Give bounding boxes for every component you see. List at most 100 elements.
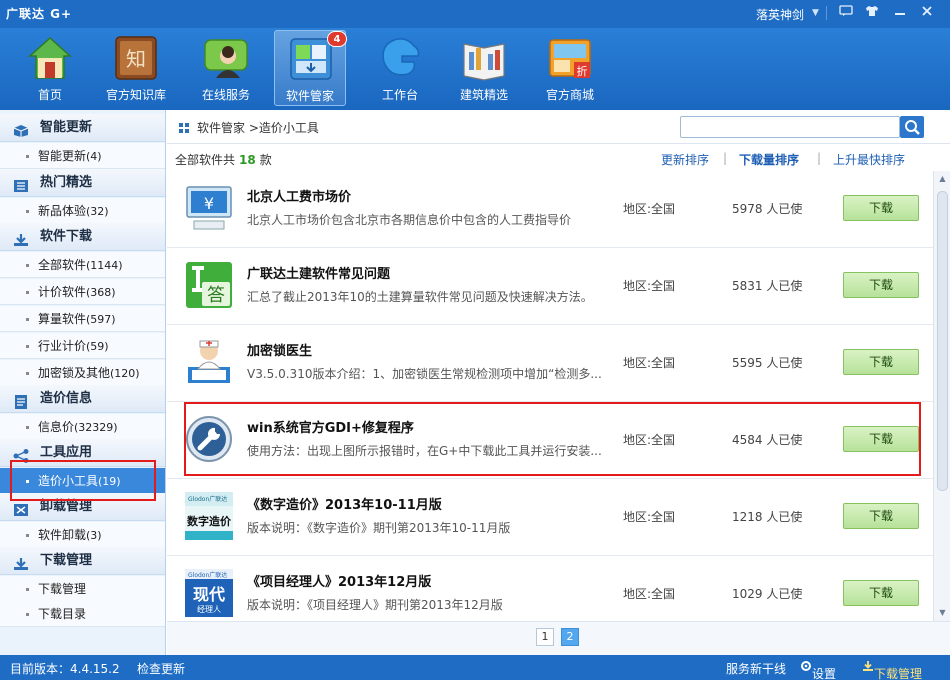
software-name[interactable]: 《数字造价》2013年10-11月版 xyxy=(247,494,442,513)
list-info-bar: 全部软件共 18 款 更新排序 | 下载量排序 | 上升最快排序 xyxy=(167,145,950,171)
toolbar-online-service[interactable]: 在线服务 xyxy=(190,30,262,106)
user-count: 1029 人已使 xyxy=(732,587,803,601)
sort-by-downloads[interactable]: 下载量排序 xyxy=(739,151,799,168)
search-input[interactable] xyxy=(680,116,900,138)
shirt-icon[interactable] xyxy=(862,4,882,22)
software-desc: 汇总了截止2013年10的土建算量软件常见问题及快速解决方法。 xyxy=(247,290,593,304)
download-button[interactable]: 下载 xyxy=(843,580,919,606)
sort-divider: | xyxy=(723,151,728,165)
software-name[interactable]: 广联达土建软件常见问题 xyxy=(247,263,390,282)
breadcrumb-root[interactable]: 软件管家 xyxy=(197,121,245,135)
list-item[interactable]: 加密锁医生 V3.5.0.310版本介绍：1、加密锁医生常规检测项中增加“检测多… xyxy=(167,325,933,402)
list-icon xyxy=(13,176,29,192)
sidebar-item-smart-update[interactable]: 智能更新(4) xyxy=(0,143,165,169)
section-title: 热门精选 xyxy=(40,175,93,190)
sidebar-item-dongle-other[interactable]: 加密锁及其他(120) xyxy=(0,360,165,386)
sidebar-section-cost-info[interactable]: 造价信息 xyxy=(0,385,165,413)
software-desc: V3.5.0.310版本介绍：1、加密锁医生常规检测项中增加“检测多... xyxy=(247,367,602,381)
sidebar-section-download-manage[interactable]: 下载管理 xyxy=(0,547,165,575)
download-button[interactable]: 下载 xyxy=(843,195,919,221)
total-suffix: 款 xyxy=(259,153,272,167)
sidebar: 智能更新 智能更新(4) 热门精选 新品体验(32) 软件下载 全部软件(114… xyxy=(0,110,166,655)
scroll-up-arrow-icon[interactable]: ▲ xyxy=(934,171,950,187)
toolbar-label: 官方商城 xyxy=(545,88,594,102)
toolbar-software-manager[interactable]: 4 软件管家 xyxy=(274,30,347,106)
download-icon xyxy=(13,230,29,246)
svg-text:¥: ¥ xyxy=(204,194,214,213)
toolbar-workbench[interactable]: 工作台 xyxy=(364,30,436,106)
user-name[interactable]: 落英神剑 xyxy=(756,6,804,23)
toolbar-architecture[interactable]: 建筑精选 xyxy=(448,30,520,106)
toolbar-label: 软件管家 xyxy=(285,89,334,103)
list-item[interactable]: ¥ 北京人工费市场价 北京人工市场价包含北京市各期信息价中包含的人工费指导价 地… xyxy=(167,171,933,248)
computer-yen-icon: ¥ xyxy=(184,183,234,233)
sidebar-item-all-software[interactable]: 全部软件(1144) xyxy=(0,252,165,278)
section-title: 软件下载 xyxy=(40,229,93,244)
software-name[interactable]: 北京人工费市场价 xyxy=(247,186,351,205)
sidebar-item-new-products[interactable]: 新品体验(32) xyxy=(0,198,165,224)
software-desc: 版本说明：《项目经理人》期刊第2013年12月版 xyxy=(247,598,503,612)
home-icon xyxy=(26,34,74,82)
version-text: 目前版本：4.4.15.2 xyxy=(10,662,120,676)
software-name[interactable]: 加密锁医生 xyxy=(247,340,312,359)
sidebar-section-hot[interactable]: 热门精选 xyxy=(0,169,165,197)
download-button[interactable]: 下载 xyxy=(843,349,919,375)
region-text: 地区:全国 xyxy=(623,279,676,293)
toolbar-shop[interactable]: 折 官方商城 xyxy=(534,30,606,106)
settings-label: 设置 xyxy=(812,667,837,681)
sidebar-item-count: (32329) xyxy=(74,421,118,434)
scroll-down-arrow-icon[interactable]: ▼ xyxy=(934,605,950,621)
breadcrumb: 软件管家 >造价小工具 xyxy=(197,119,319,136)
list-scrollbar[interactable]: ▲ ▼ xyxy=(933,171,950,621)
user-count: 1218 人已使 xyxy=(732,510,803,524)
page-button[interactable]: 1 xyxy=(536,628,554,646)
download-manage-button[interactable]: 下载管理 xyxy=(862,660,922,681)
breadcrumb-separator: > xyxy=(248,121,259,135)
region-text: 地区:全国 xyxy=(623,587,676,601)
magazine-digital-cost-icon: Glodon广联达 数字造价 xyxy=(184,491,234,541)
uninstall-icon xyxy=(13,500,29,516)
software-name[interactable]: 《项目经理人》2013年12月版 xyxy=(247,571,431,590)
toolbar-knowledge[interactable]: 知 官方知识库 xyxy=(100,30,172,106)
toolbar-home[interactable]: 首页 xyxy=(14,30,86,106)
settings-button[interactable]: 设置 xyxy=(800,660,836,681)
sidebar-item-count: (3) xyxy=(86,529,102,542)
page-button-current[interactable]: 2 xyxy=(561,628,579,646)
download-icon xyxy=(863,661,873,671)
sidebar-item-download-manage[interactable]: 下载管理 xyxy=(0,576,165,602)
sidebar-item-pricing-software[interactable]: 计价软件(368) xyxy=(0,279,165,305)
sidebar-item-software-uninstall[interactable]: 软件卸载(3) xyxy=(0,522,165,548)
sidebar-item-download-folder[interactable]: 下载目录 xyxy=(0,601,165,627)
close-icon[interactable] xyxy=(917,4,937,22)
message-icon[interactable] xyxy=(836,4,856,22)
scroll-thumb[interactable] xyxy=(937,191,948,491)
list-item[interactable]: Glodon广联达 数字造价 《数字造价》2013年10-11月版 版本说明：《… xyxy=(167,479,933,556)
chevron-down-icon[interactable]: ▼ xyxy=(812,8,819,18)
sidebar-section-software-download[interactable]: 软件下载 xyxy=(0,223,165,251)
list-item[interactable]: 答 广联达土建软件常见问题 汇总了截止2013年10的土建算量软件常见问题及快速… xyxy=(167,248,933,325)
minimize-icon[interactable] xyxy=(890,4,910,22)
region-text: 地区:全国 xyxy=(623,510,676,524)
bullet-icon xyxy=(26,372,29,375)
bullet-icon xyxy=(26,534,29,537)
search-button[interactable] xyxy=(900,116,924,138)
bullet-icon xyxy=(26,426,29,429)
total-number: 18 xyxy=(239,153,256,167)
sort-divider: | xyxy=(817,151,822,165)
sort-by-rising[interactable]: 上升最快排序 xyxy=(833,151,905,168)
sidebar-item-quantity-software[interactable]: 算量软件(597) xyxy=(0,306,165,332)
server-link[interactable]: 服务新干线 xyxy=(726,660,786,677)
sidebar-item-count: (1144) xyxy=(86,259,123,272)
sort-by-update[interactable]: 更新排序 xyxy=(661,151,709,168)
check-update-link[interactable]: 检查更新 xyxy=(137,660,185,677)
list-item[interactable]: Glodon广联达 现代 经理人 《项目经理人》2013年12月版 版本说明：《… xyxy=(167,556,933,621)
sidebar-section-smart-update[interactable]: 智能更新 xyxy=(0,114,165,142)
software-desc: 版本说明：《数字造价》期刊第2013年10-11月版 xyxy=(247,521,511,535)
download-button[interactable]: 下载 xyxy=(843,272,919,298)
architecture-book-icon xyxy=(460,34,508,82)
sidebar-item-label: 新品体验 xyxy=(38,204,87,218)
download-button[interactable]: 下载 xyxy=(843,503,919,529)
sidebar-item-info-price[interactable]: 信息价(32329) xyxy=(0,414,165,440)
sidebar-item-industry-pricing[interactable]: 行业计价(59) xyxy=(0,333,165,359)
grid-icon xyxy=(179,122,189,133)
